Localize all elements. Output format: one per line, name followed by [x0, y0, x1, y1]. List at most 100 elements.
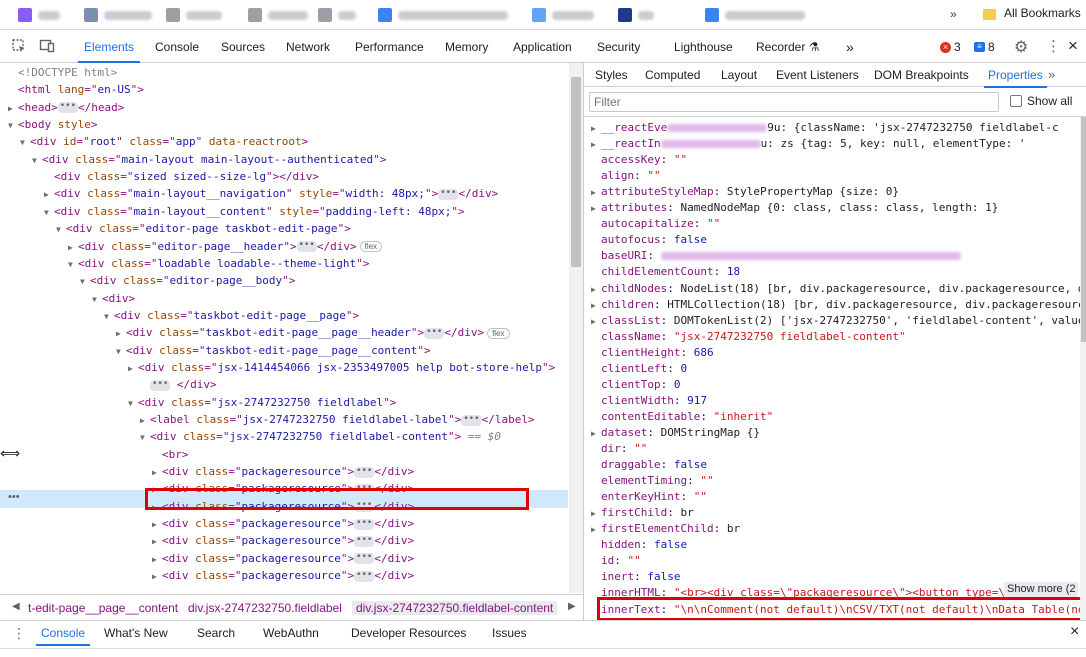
sidebar-tab-layout[interactable]: Layout [721, 63, 757, 87]
collapsed-triangle-icon[interactable]: ▶ [152, 568, 162, 585]
device-toolbar-icon[interactable] [38, 38, 56, 56]
breadcrumb-item[interactable]: div.jsx-2747232750.fieldlabel [188, 601, 342, 615]
expanded-triangle-icon[interactable]: ▼ [20, 134, 30, 151]
property-row[interactable]: autocapitalize: "" [601, 216, 720, 232]
row-actions-ellipsis-icon[interactable]: ••• [8, 491, 20, 503]
collapsed-triangle-icon[interactable]: ▶ [591, 426, 601, 442]
collapsed-triangle-icon[interactable]: ▶ [591, 201, 601, 217]
collapsed-triangle-icon[interactable]: ▶ [591, 506, 601, 522]
drawer-tab-issues[interactable]: Issues [492, 626, 527, 640]
property-row[interactable]: ▶ dataset: DOMStringMap {} [591, 425, 760, 441]
inspect-element-icon[interactable] [10, 38, 28, 56]
bookmark-item[interactable] [248, 6, 308, 24]
bookmark-item[interactable] [705, 6, 805, 24]
property-row[interactable]: enterKeyHint: "" [601, 489, 707, 505]
dom-node[interactable]: ▶ <div class="jsx-1414454066 jsx-23534970… [128, 359, 555, 376]
properties-vertical-scrollbar[interactable] [1080, 117, 1086, 620]
dom-node[interactable]: ▼ <div> [92, 290, 135, 307]
bookmark-item[interactable] [318, 6, 356, 24]
expanded-triangle-icon[interactable]: ▼ [128, 395, 138, 412]
dom-vertical-scrollbar[interactable] [569, 63, 583, 593]
property-row[interactable]: ▶ __reactEve 9u: {className: 'jsx-27472327… [591, 120, 1059, 136]
flex-badge[interactable]: flex [359, 241, 383, 252]
property-row[interactable]: elementTiming: "" [601, 473, 714, 489]
show-more-button[interactable]: Show more (2 [1004, 582, 1079, 597]
collapsed-triangle-icon[interactable]: ▶ [591, 522, 601, 538]
property-row[interactable]: baseURI: [601, 248, 961, 264]
collapsed-triangle-icon[interactable]: ▶ [152, 533, 162, 550]
dom-node[interactable]: ▼ <div class="taskbot-edit-page__page"> [104, 307, 359, 324]
property-row[interactable]: ▶ __reactIn u: zs {tag: 5, key: null, elem… [591, 136, 1026, 152]
collapsed-triangle-icon[interactable]: ▶ [116, 325, 126, 342]
property-row[interactable]: childElementCount: 18 [601, 264, 740, 280]
collapsed-triangle-icon[interactable]: ▶ [152, 551, 162, 568]
expanded-triangle-icon[interactable]: ▼ [140, 429, 150, 446]
drawer-tab-webauthn[interactable]: WebAuthn [263, 626, 319, 640]
collapsed-triangle-icon[interactable]: ▶ [152, 464, 162, 481]
property-row[interactable]: autofocus: false [601, 232, 707, 248]
collapsed-triangle-icon[interactable]: ▶ [591, 298, 601, 314]
bookmark-item[interactable] [378, 6, 508, 24]
dom-node[interactable]: ▼ <div class="editor-page taskbot-edit-pa… [56, 220, 351, 237]
dom-node[interactable]: ▶ <div class="packageresource"> ••• </div> [152, 463, 414, 480]
collapsed-triangle-icon[interactable]: ▶ [591, 314, 601, 330]
dom-node-selected[interactable]: ▼ <div class="jsx-2747232750 fieldlabel-c… [140, 428, 501, 445]
collapsed-ellipsis[interactable]: ••• [461, 414, 482, 426]
tab-application[interactable]: Application [513, 31, 572, 62]
property-row[interactable]: align: "" [601, 168, 661, 184]
properties-filter-input[interactable] [589, 92, 999, 112]
dom-node[interactable]: ▼ <div class="taskbot-edit-page__page__co… [116, 342, 431, 359]
dom-node[interactable]: ▶ <label class="jsx-2747232750 fieldlabel… [140, 411, 535, 428]
collapsed-triangle-icon[interactable]: ▶ [152, 516, 162, 533]
dom-vertical-scroll-thumb[interactable] [571, 77, 581, 267]
property-row[interactable]: ▶ children: HTMLCollection(18) [br, div.p… [591, 297, 1084, 313]
dom-node[interactable]: ▼ <body style> [8, 116, 98, 133]
expanded-triangle-icon[interactable]: ▼ [8, 117, 18, 134]
collapsed-triangle-icon[interactable]: ▶ [591, 282, 601, 298]
dom-node[interactable]: ▼ <div id="root" class="app" data-reactro… [20, 133, 308, 150]
dom-node[interactable]: ▼ <div class="main-layout__content" style… [44, 203, 465, 220]
errors-badge[interactable]: × 3 [940, 40, 961, 54]
dom-node[interactable]: <!DOCTYPE html> [8, 64, 117, 81]
property-row[interactable]: clientWidth: 917 [601, 393, 707, 409]
sidebar-tab-dom-breakpoints[interactable]: DOM Breakpoints [874, 63, 969, 87]
dom-node[interactable]: ▶ <div class="packageresource"> ••• </div> [152, 532, 414, 549]
tab-recorder[interactable]: Recorder ⚗ [756, 31, 819, 62]
close-drawer-icon[interactable]: × [1070, 623, 1079, 641]
collapsed-triangle-icon[interactable]: ▶ [140, 412, 150, 429]
dom-node[interactable]: ▶ <head> ••• </head> [8, 99, 124, 116]
dom-node[interactable]: ▼ <div class="main-layout main-layout--au… [32, 151, 386, 168]
drawer-tab-search[interactable]: Search [197, 626, 235, 640]
sidebar-tab-event-listeners[interactable]: Event Listeners [776, 63, 859, 87]
property-row[interactable]: dir: "" [601, 441, 647, 457]
collapsed-ellipsis[interactable]: ••• [150, 379, 171, 391]
dom-node[interactable]: ▼ <div class="loadable loadable--theme-li… [68, 255, 369, 272]
expanded-triangle-icon[interactable]: ▼ [92, 291, 102, 308]
flex-badge[interactable]: flex [487, 327, 510, 339]
property-row[interactable]: inert: false [601, 569, 681, 585]
drawer-tab-developer-resources[interactable]: Developer Resources [351, 626, 466, 640]
collapsed-ellipsis[interactable]: ••• [354, 553, 375, 565]
property-row[interactable]: hidden: false [601, 537, 687, 553]
messages-badge[interactable]: ≡ 8 [974, 40, 995, 54]
properties-scroll-thumb[interactable] [1081, 117, 1086, 342]
breadcrumb-left-icon[interactable]: ◀ [12, 601, 20, 612]
breadcrumb-item[interactable]: t-edit-page__page__content [28, 601, 178, 615]
collapsed-triangle-icon[interactable]: ▶ [591, 121, 601, 137]
collapsed-triangle-icon[interactable]: ▶ [68, 239, 78, 256]
show-all-checkbox[interactable] [1010, 95, 1022, 107]
expanded-triangle-icon[interactable]: ▼ [104, 308, 114, 325]
dom-node[interactable]: <div class="sized sized--size-lg"></div> [44, 168, 319, 185]
expanded-triangle-icon[interactable]: ▼ [116, 343, 126, 360]
dom-node[interactable]: ••• </div> [140, 376, 217, 393]
property-row[interactable]: contentEditable: "inherit" [601, 409, 773, 425]
collapsed-ellipsis[interactable]: ••• [296, 241, 317, 252]
bookmark-item[interactable] [18, 6, 60, 24]
collapsed-ellipsis[interactable]: ••• [354, 518, 375, 530]
expanded-triangle-icon[interactable]: ▼ [44, 204, 54, 221]
close-devtools-icon[interactable]: × [1068, 36, 1078, 56]
collapsed-ellipsis[interactable]: ••• [354, 466, 375, 478]
dom-node[interactable]: ▶ <div class="packageresource"> ••• </div> [152, 550, 414, 567]
more-tabs-icon[interactable]: » [846, 31, 854, 62]
tab-elements[interactable]: Elements [77, 31, 141, 63]
